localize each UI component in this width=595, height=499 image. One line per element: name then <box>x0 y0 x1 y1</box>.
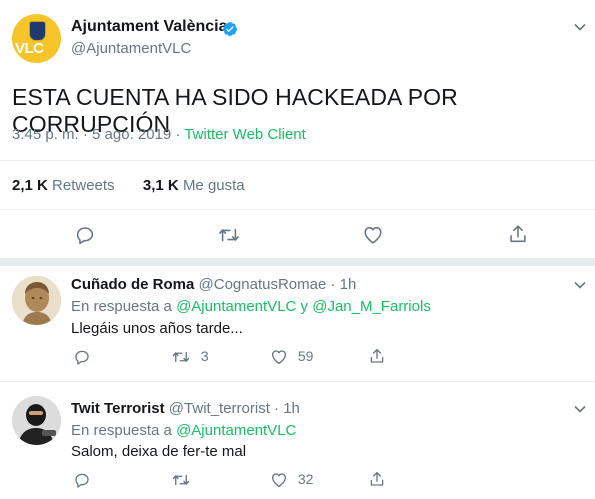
avatar[interactable] <box>12 276 61 325</box>
bust-portrait-icon <box>12 276 61 325</box>
reply-header: Cuñado de Roma @CognatusRomae · 1h <box>71 276 356 293</box>
reply-icon[interactable] <box>74 224 96 246</box>
reply-author-name[interactable]: Twit Terrorist <box>71 400 165 417</box>
reply-tweet[interactable]: Cuñado de Roma @CognatusRomae · 1h En re… <box>0 266 595 378</box>
section-separator <box>0 258 595 266</box>
tweet-source[interactable]: Twitter Web Client <box>184 126 305 143</box>
verified-badge-icon <box>222 22 237 36</box>
retweet-icon[interactable] <box>217 224 241 246</box>
author-name[interactable]: Ajuntament València <box>71 18 228 36</box>
share-button[interactable] <box>368 347 386 365</box>
like-button[interactable]: 32 <box>270 471 313 489</box>
likes-count[interactable]: 3,1 K <box>143 177 179 194</box>
author-handle[interactable]: @AjuntamentVLC <box>71 40 191 57</box>
like-count: 59 <box>297 348 314 364</box>
reply-author-handle[interactable]: @Twit_terrorist <box>169 400 270 417</box>
share-icon[interactable] <box>507 223 529 245</box>
reply-button[interactable] <box>73 471 91 489</box>
in-reply-prefix: En respuesta a <box>71 298 177 315</box>
mention-link[interactable]: @Jan_M_Farriols <box>312 298 431 315</box>
retweets-count[interactable]: 2,1 K <box>12 177 48 194</box>
retweet-button[interactable]: 3 <box>171 348 209 366</box>
reply-icon[interactable] <box>73 348 91 366</box>
reply-icon[interactable] <box>73 471 91 489</box>
reply-text: Llegáis unos años tarde... <box>71 320 243 337</box>
divider <box>0 209 595 210</box>
tweet-stats: 2,1 K Retweets 3,1 K Me gusta <box>12 177 245 194</box>
like-button[interactable]: 59 <box>270 348 313 366</box>
reply-button[interactable] <box>73 348 91 366</box>
retweets-label[interactable]: Retweets <box>52 177 115 194</box>
avatar-logo-text: VLC <box>15 40 44 57</box>
in-reply-joiner: y <box>296 298 313 315</box>
reply-author-name[interactable]: Cuñado de Roma <box>71 276 194 293</box>
tweet-meta: 3:45 p. m. · 5 ago. 2019 · Twitter Web C… <box>12 126 306 143</box>
retweet-button[interactable] <box>171 471 191 489</box>
masked-person-icon <box>12 396 61 445</box>
like-count: 32 <box>297 471 314 487</box>
avatar[interactable] <box>12 396 61 445</box>
reply-timestamp[interactable]: · 1h <box>330 276 356 293</box>
city-crest-icon <box>29 21 46 41</box>
avatar[interactable]: VLC <box>12 14 61 63</box>
in-reply-to: En respuesta a @AjuntamentVLC y @Jan_M_F… <box>71 298 431 315</box>
heart-icon[interactable] <box>362 224 384 246</box>
heart-icon[interactable] <box>270 471 288 489</box>
reply-tweet[interactable]: Twit Terrorist @Twit_terrorist · 1h En r… <box>0 382 595 499</box>
retweet-icon[interactable] <box>171 471 191 489</box>
mention-link[interactable]: @AjuntamentVLC <box>176 422 296 439</box>
reply-text: Salom, deixa de fer-te mal <box>71 443 247 460</box>
retweet-icon[interactable] <box>171 348 191 366</box>
reply-timestamp[interactable]: · 1h <box>274 400 300 417</box>
chevron-down-icon[interactable] <box>573 278 587 292</box>
chevron-down-icon[interactable] <box>573 20 587 34</box>
share-button[interactable] <box>368 470 386 488</box>
share-icon[interactable] <box>368 347 386 365</box>
heart-icon[interactable] <box>270 348 288 366</box>
likes-label[interactable]: Me gusta <box>183 177 245 194</box>
in-reply-prefix: En respuesta a <box>71 422 177 439</box>
reply-header: Twit Terrorist @Twit_terrorist · 1h <box>71 400 300 417</box>
retweet-count: 3 <box>200 348 209 364</box>
divider <box>0 160 595 161</box>
chevron-down-icon[interactable] <box>573 402 587 416</box>
tweet-timestamp[interactable]: 3:45 p. m. · 5 ago. 2019 · <box>12 126 184 143</box>
mention-link[interactable]: @AjuntamentVLC <box>176 298 296 315</box>
main-tweet: VLC Ajuntament València @AjuntamentVLC E… <box>0 0 595 258</box>
reply-author-handle[interactable]: @CognatusRomae <box>199 276 327 293</box>
share-icon[interactable] <box>368 470 386 488</box>
in-reply-to: En respuesta a @AjuntamentVLC <box>71 422 296 439</box>
